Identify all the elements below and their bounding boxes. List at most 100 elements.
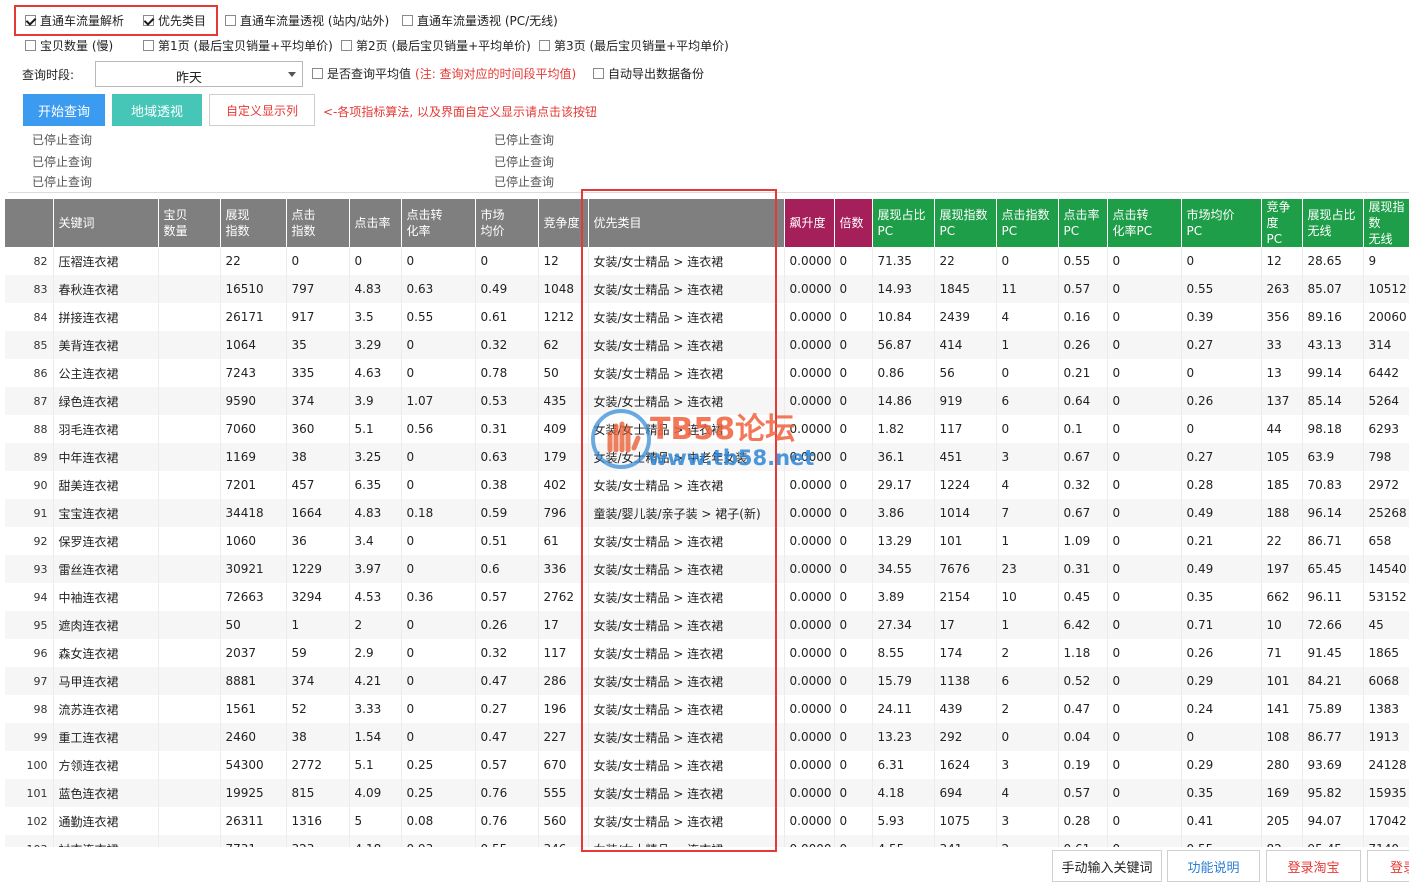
checkbox-page-2[interactable]: 第2页 (最后宝贝销量+平均单价)	[341, 36, 531, 54]
cell-impression-index-pc: 2439	[934, 303, 997, 331]
checkbox-box[interactable]	[593, 67, 604, 79]
checkbox-label: 宝贝数量 (慢)	[40, 38, 114, 53]
checkbox-page-3[interactable]: 第3页 (最后宝贝销量+平均单价)	[539, 36, 729, 54]
checkbox-ztc-perspective-site[interactable]: 直通车流量透视 (站内/站外)	[225, 11, 389, 29]
cell-market-avg-price-pc: 0.26	[1181, 639, 1262, 667]
column-header-row-index[interactable]	[5, 199, 54, 247]
column-header-ctr[interactable]: 点击率	[349, 199, 402, 247]
checkbox-item-count[interactable]: 宝贝数量 (慢)	[25, 36, 113, 54]
cell-conversion-rate: 0	[401, 359, 476, 387]
cell-click-index: 917	[286, 303, 350, 331]
column-header-impression-index-pc[interactable]: 展现指数 PC	[934, 199, 997, 247]
cell-impression-share-pc: 6.31	[872, 751, 935, 779]
cell-surge: 0.0000	[784, 247, 835, 275]
checkbox-box[interactable]	[225, 14, 236, 26]
status-text: 已停止查询	[494, 155, 555, 169]
login-taobao-button[interactable]: 登录淘宝	[1266, 850, 1361, 882]
cell-click-index-pc: 7	[996, 499, 1059, 527]
cell-keyword: 通勤连衣裙	[53, 807, 159, 835]
column-header-competition-pc[interactable]: 竞争度 PC	[1261, 199, 1303, 247]
cell-click-index: 1664	[286, 499, 350, 527]
column-header-impression-index[interactable]: 展现 指数	[220, 199, 287, 247]
checkbox-box[interactable]	[341, 39, 352, 51]
column-header-click-index[interactable]: 点击 指数	[286, 199, 350, 247]
cell-impression-share-mobile: 93.69	[1302, 751, 1364, 779]
checkbox-query-average[interactable]: 是否查询平均值 (注: 查询对应的时间段平均值)	[312, 64, 576, 82]
cell-keyword: 蓝色连衣裙	[53, 779, 159, 807]
cell-row-index: 94	[5, 583, 54, 611]
manual-keyword-button[interactable]: 手动输入关键词	[1052, 850, 1162, 882]
column-header-item-count[interactable]: 宝贝 数量	[158, 199, 221, 247]
status-text: 已停止查询	[494, 133, 555, 147]
cell-conversion-rate: 0	[401, 555, 476, 583]
column-header-multiple[interactable]: 倍数	[834, 199, 873, 247]
cell-impression-share-mobile: 96.11	[1302, 583, 1364, 611]
column-header-impression-share-pc[interactable]: 展现占比 PC	[872, 199, 935, 247]
checkbox-box[interactable]	[143, 14, 154, 26]
cell-click-index: 457	[286, 471, 350, 499]
cell-impression-index: 22	[220, 247, 287, 275]
login-button[interactable]: 登录	[1367, 850, 1409, 882]
cell-market-avg-price-pc: 0.35	[1181, 779, 1262, 807]
checkbox-box[interactable]	[143, 39, 154, 51]
cell-impression-share-mobile: 28.65	[1302, 247, 1364, 275]
column-header-conversion-rate-pc[interactable]: 点击转 化率PC	[1107, 199, 1182, 247]
cell-market-avg-price: 0.63	[475, 443, 539, 471]
checkbox-auto-export[interactable]: 自动导出数据备份	[593, 64, 704, 82]
custom-columns-button[interactable]: 自定义显示列	[209, 94, 315, 126]
cell-conversion-rate-pc: 0	[1107, 611, 1182, 639]
checkbox-ztc-perspective-pc[interactable]: 直通车流量透视 (PC/无线)	[402, 11, 558, 29]
cell-impression-index-mobile: 6442	[1363, 359, 1409, 387]
cell-conversion-rate: 0.18	[401, 499, 476, 527]
checkbox-box[interactable]	[25, 14, 36, 26]
cell-impression-share-mobile: 94.07	[1302, 807, 1364, 835]
custom-columns-hint: <-各项指标算法, 以及界面自定义显示请点击该按钮	[323, 105, 598, 119]
start-query-button[interactable]: 开始查询	[23, 94, 105, 126]
cell-conversion-rate: 0	[401, 247, 476, 275]
region-perspective-button[interactable]: 地域透视	[112, 94, 202, 126]
cell-market-avg-price: 0.47	[475, 667, 539, 695]
cell-click-index-pc: 2	[996, 835, 1059, 847]
cell-impression-index-mobile: 798	[1363, 443, 1409, 471]
column-header-market-avg-price[interactable]: 市场 均价	[475, 199, 539, 247]
cell-click-index: 38	[286, 723, 350, 751]
checkbox-ztc-analysis[interactable]: 直通车流量解析	[25, 11, 124, 29]
cell-keyword: 森女连衣裙	[53, 639, 159, 667]
cell-surge: 0.0000	[784, 443, 835, 471]
cell-surge: 0.0000	[784, 835, 835, 847]
cell-surge: 0.0000	[784, 275, 835, 303]
column-header-impression-index-mobile[interactable]: 展现指数 无线	[1363, 199, 1409, 247]
cell-impression-share-pc: 24.11	[872, 695, 935, 723]
checkbox-box[interactable]	[539, 39, 550, 51]
column-header-impression-share-mobile[interactable]: 展现占比 无线	[1302, 199, 1364, 247]
cell-market-avg-price: 0.55	[475, 835, 539, 847]
column-header-keyword[interactable]: 关键词	[53, 199, 159, 247]
cell-row-index: 87	[5, 387, 54, 415]
cell-conversion-rate: 0	[401, 695, 476, 723]
checkbox-priority-category[interactable]: 优先类目	[143, 11, 206, 29]
checkbox-page-1[interactable]: 第1页 (最后宝贝销量+平均单价)	[143, 36, 333, 54]
cell-row-index: 103	[5, 835, 54, 847]
cell-click-index-pc: 3	[996, 443, 1059, 471]
cell-impression-share-pc: 34.55	[872, 555, 935, 583]
help-button[interactable]: 功能说明	[1167, 850, 1260, 882]
column-header-conversion-rate[interactable]: 点击转 化率	[401, 199, 476, 247]
checkbox-box[interactable]	[402, 14, 413, 26]
checkbox-box[interactable]	[312, 67, 323, 79]
period-select[interactable]: 昨天	[95, 61, 303, 87]
cell-ctr-pc: 0.16	[1058, 303, 1108, 331]
cell-click-index: 815	[286, 779, 350, 807]
cell-competition-pc: 10	[1261, 611, 1303, 639]
column-header-click-index-pc[interactable]: 点击指数 PC	[996, 199, 1059, 247]
cell-keyword: 重工连衣裙	[53, 723, 159, 751]
cell-click-index: 35	[286, 331, 350, 359]
cell-row-index: 102	[5, 807, 54, 835]
column-header-market-avg-price-pc[interactable]: 市场均价 PC	[1181, 199, 1262, 247]
cell-item-count	[158, 639, 221, 667]
cell-surge: 0.0000	[784, 499, 835, 527]
cell-item-count	[158, 415, 221, 443]
checkbox-box[interactable]	[25, 39, 36, 51]
column-header-ctr-pc[interactable]: 点击率 PC	[1058, 199, 1108, 247]
column-header-surge[interactable]: 飙升度	[784, 199, 835, 247]
cell-conversion-rate-pc: 0	[1107, 695, 1182, 723]
